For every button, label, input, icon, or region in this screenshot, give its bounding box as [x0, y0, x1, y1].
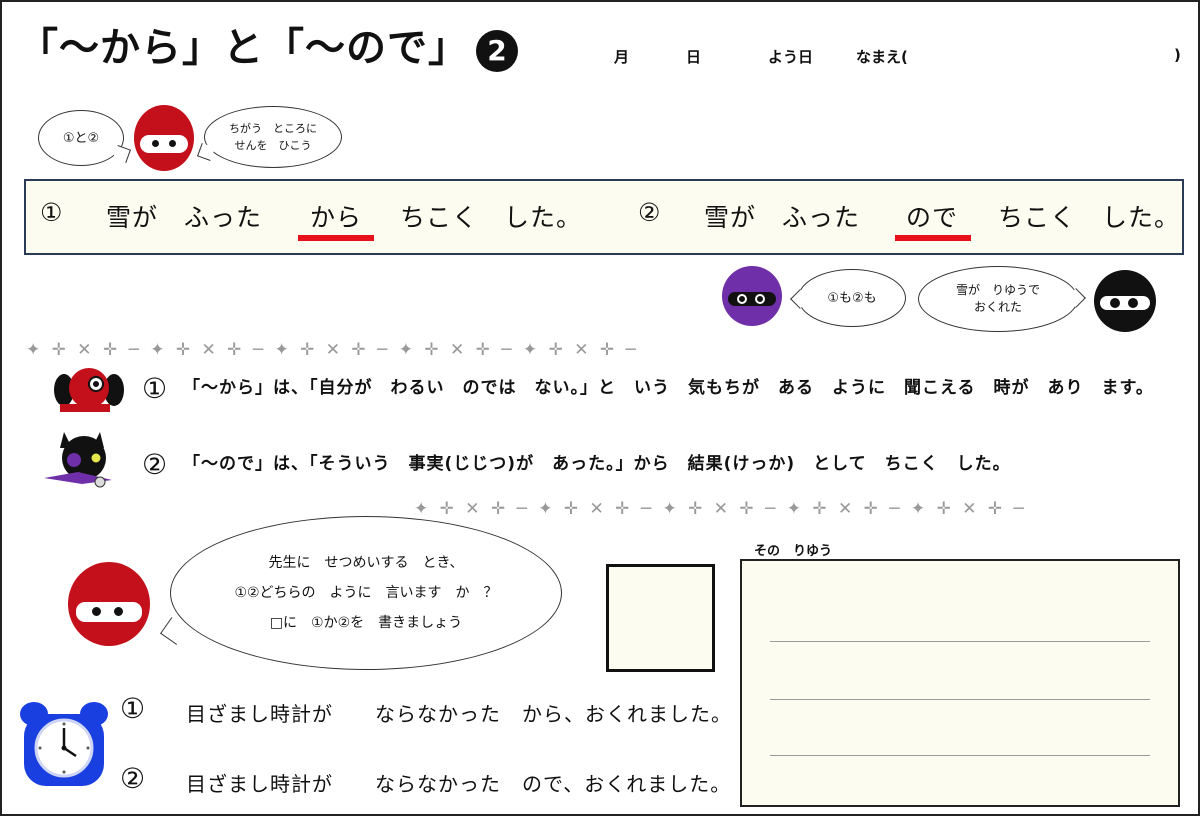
question2-text: 目ざまし時計が ならなかった ので、おくれました。 — [186, 772, 732, 796]
ninja-mask-band — [1100, 296, 1150, 310]
ninja-mask-band — [140, 135, 188, 153]
writing-line — [770, 755, 1150, 756]
red-ninja-icon — [134, 105, 194, 171]
bubble-text: ①も②も — [827, 290, 877, 306]
ninja-eye — [90, 605, 103, 618]
example2-red-underline — [895, 235, 971, 241]
speech-bubble-purple: ①も②も — [790, 269, 906, 327]
example1-red-underline — [298, 235, 374, 241]
weekday-label: よう日 — [768, 48, 814, 66]
answer-box[interactable] — [606, 564, 715, 672]
ninja-eye — [1110, 298, 1120, 308]
black-ninja-icon — [1094, 270, 1156, 332]
question-speech-bubble: 先生に せつめいする とき、 ①②どちらの ように 言います か ？ □に ①か… — [160, 516, 562, 670]
example1-key-word: から — [310, 203, 363, 232]
decorative-separator-upper: ✦ ✛ ✕ ✛ ─ ✦ ✛ ✕ ✛ ─ ✦ ✛ ✕ ✛ ─ ✦ ✛ ✕ ✛ ─ … — [26, 340, 639, 360]
bubble-tail — [790, 289, 810, 309]
black-cat-ninja-icon — [44, 432, 112, 488]
ninja-eye — [150, 138, 161, 149]
writing-line — [770, 699, 1150, 700]
example2-after: ちこく した。 — [998, 203, 1181, 232]
decorative-separator-lower: ✦ ✛ ✕ ✛ ─ ✦ ✛ ✕ ✛ ─ ✦ ✛ ✕ ✛ ─ ✦ ✛ ✕ ✛ ─ … — [414, 499, 1027, 519]
explanation1-number: ① — [142, 372, 169, 405]
reason-label: その りゆう — [754, 544, 833, 559]
bubble-text-line2: おくれた — [973, 300, 1022, 314]
explanation2-text: 「〜ので」は、「そういう 事実(じじつ)が あった。」から 結果(けっか) とし… — [183, 454, 1011, 474]
ninja-eye — [167, 138, 178, 149]
bubble-text-line2: せんを ひこう — [234, 139, 312, 152]
question-line3: □に ①か②を 書きましょう — [269, 615, 463, 631]
day-label: 日 — [686, 48, 702, 66]
worksheet-page: 「〜から」と「〜ので」 2 月 日 よう日 なまえ( ) ①と② ちがう ところ… — [0, 0, 1200, 816]
bubble-text-line1: ちがう ところに — [229, 122, 317, 135]
example1-number: ① — [40, 198, 64, 227]
speech-bubble-right: ちがう ところに せんを ひこう — [197, 106, 342, 168]
explanation2-number: ② — [142, 448, 169, 481]
name-close-paren: ) — [1174, 46, 1181, 64]
purple-ninja-icon — [722, 266, 782, 326]
bubble-tail — [1066, 288, 1086, 308]
bubble-tail — [113, 145, 131, 163]
title-number-badge: 2 — [476, 30, 518, 72]
example1-after: ちこく した。 — [400, 203, 583, 232]
example1-before: 雪が ふった — [106, 203, 263, 232]
ninja-mask-band — [728, 292, 776, 306]
reason-writing-box[interactable] — [740, 559, 1180, 807]
explanation2: ② 「〜ので」は、「そういう 事実(じじつ)が あった。」から 結果(けっか) … — [142, 448, 1011, 481]
speech-bubble-left: ①と② — [38, 110, 131, 166]
writing-line — [770, 641, 1150, 642]
example2-before: 雪が ふった — [704, 203, 861, 232]
bubble-text: ①と② — [62, 130, 100, 146]
ninja-eye — [755, 294, 765, 304]
name-label: なまえ( — [856, 48, 908, 66]
page-title: 「〜から」と「〜ので」 — [18, 25, 469, 71]
ninja-eye — [112, 605, 125, 618]
ninja-eye — [1128, 298, 1138, 308]
explanation1-text: 「〜から」は、「自分が わるい のでは ない。」と いう 気もちが ある ように… — [183, 378, 1154, 398]
red-ninja-large-icon — [68, 562, 150, 646]
bubble-tail — [160, 617, 188, 645]
bubble-tail — [197, 143, 215, 161]
ninja-eye — [737, 294, 747, 304]
question1-text: 目ざまし時計が ならなかった から、おくれました。 — [186, 702, 732, 726]
month-label: 月 — [614, 48, 630, 66]
ninja-mask-band — [76, 602, 142, 622]
alarm-clock-icon — [20, 702, 108, 786]
red-cat-ninja-icon — [54, 368, 124, 412]
explanation1: ① 「〜から」は、「自分が わるい のでは ない。」と いう 気もちが ある よ… — [142, 372, 1154, 405]
example2-number: ② — [638, 198, 662, 227]
question-line1: 先生に せつめいする とき、 — [268, 555, 464, 571]
question2-number: ② — [120, 762, 147, 795]
example2-key-word: ので — [906, 203, 959, 232]
bubble-text-line1: 雪が りゆうで — [955, 283, 1040, 297]
speech-bubble-black: 雪が りゆうで おくれた — [918, 266, 1086, 332]
question1-number: ① — [120, 692, 147, 725]
question-line2: ①②どちらの ように 言います か ？ — [234, 585, 498, 601]
